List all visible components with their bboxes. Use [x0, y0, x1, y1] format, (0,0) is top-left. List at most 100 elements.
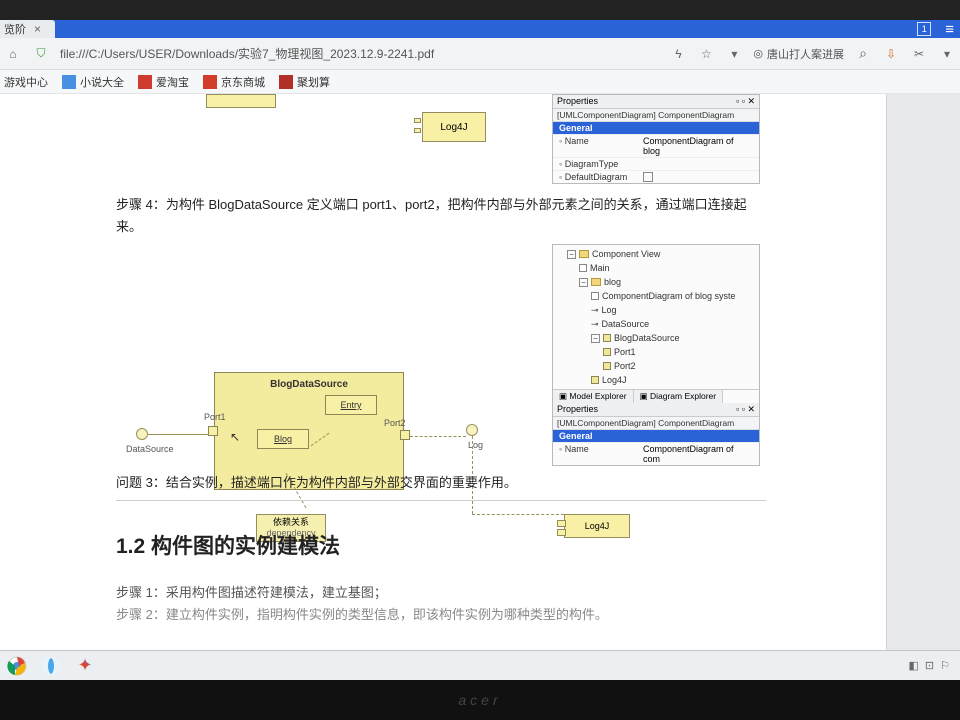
diagram-icon [579, 264, 587, 272]
scroll-gutter[interactable] [886, 94, 960, 650]
property-row-name[interactable]: ◦ NameComponentDiagram of blog [553, 134, 759, 157]
tree-node-main[interactable]: Main [557, 261, 755, 275]
property-row-name[interactable]: ◦ NameComponentDiagram of com [553, 442, 759, 465]
globe-icon: ◎ [753, 47, 763, 60]
flash-icon[interactable]: ϟ [669, 45, 687, 63]
shield-icon[interactable]: ⛉ [32, 45, 50, 63]
search-icon[interactable]: ⌕ [854, 45, 872, 63]
browser-tab-bar: 览阶 × 1 ≡ [0, 20, 960, 38]
tree-node-port2[interactable]: Port2 [557, 359, 755, 373]
active-tab[interactable]: 览阶 × [0, 20, 55, 38]
component-lug-icon [414, 118, 421, 123]
uml-log4j-box: Log4J [422, 112, 486, 142]
property-group-general[interactable]: General [553, 430, 759, 442]
step1-text: 步骤 1：采用构件图描述符建模法，建立基图； [116, 582, 766, 604]
star-app-icon[interactable]: ✦ [72, 655, 98, 677]
step2-text: 步骤 2：建立构件实例，指明构件实例的类型信息，即该构件实例为哪种类型的构件。 [116, 604, 766, 626]
book-icon [62, 75, 76, 89]
port-icon [603, 362, 611, 370]
tray-icon[interactable]: ⚐ [940, 659, 950, 672]
component-icon [603, 334, 611, 342]
tab-diagram-explorer[interactable]: ▣ Diagram Explorer [634, 390, 724, 403]
checkbox-icon[interactable] [643, 172, 653, 182]
dropdown-icon[interactable]: ▾ [725, 45, 743, 63]
explorer-tabs: ▣ Model Explorer ▣ Diagram Explorer [553, 389, 759, 403]
extension-pill[interactable]: ◎ 唐山打人案进展 [753, 46, 844, 62]
panel-title: Properties▫ ▫ ✕ [553, 95, 759, 109]
port1-label: Port1 [204, 412, 226, 422]
tab-count-icon[interactable]: 1 [917, 22, 931, 36]
properties-panel-top: Properties▫ ▫ ✕ [UMLComponentDiagram] Co… [552, 94, 760, 184]
port-icon [603, 348, 611, 356]
bookmark-ju[interactable]: 聚划算 [279, 74, 330, 90]
datasource-label: DataSource [126, 444, 174, 454]
component-lug-icon [414, 128, 421, 133]
url-field[interactable]: file:///C:/Users/USER/Downloads/实验7_物理视图… [60, 45, 434, 62]
panel-controls[interactable]: ▫ ▫ ✕ [736, 96, 755, 107]
menu-icon[interactable]: ≡ [945, 21, 954, 38]
bookmarks-bar: 游戏中心 小说大全 爱淘宝 京东商城 聚划算 [0, 70, 960, 94]
panel-controls[interactable]: ▫ ▫ ✕ [736, 404, 755, 415]
ju-icon [279, 75, 293, 89]
tab-model-explorer[interactable]: ▣ Model Explorer [553, 390, 634, 403]
pdf-viewport[interactable]: Log4J Properties▫ ▫ ✕ [UMLComponentDiagr… [0, 94, 960, 650]
port2-label: Port2 [384, 418, 406, 428]
entry-box: Entry [325, 395, 377, 415]
system-tray[interactable]: ◧ ⊡ ⚐ [909, 659, 957, 672]
tray-icon[interactable]: ⊡ [925, 659, 934, 672]
jd-icon [203, 75, 217, 89]
panel-subtitle: [UMLComponentDiagram] ComponentDiagram [553, 417, 759, 430]
os-taskbar: ✦ ◧ ⊡ ⚐ [0, 650, 960, 680]
bookmark-novels[interactable]: 小说大全 [62, 74, 124, 90]
home-icon[interactable]: ⌂ [4, 45, 22, 63]
model-tree[interactable]: −Component View Main −blog ComponentDiag… [553, 245, 759, 389]
bookmark-games[interactable]: 游戏中心 [4, 74, 48, 90]
laptop-bezel: acer [0, 680, 960, 720]
brand-label: acer [458, 692, 501, 708]
tree-node-log[interactable]: ⊸Log [557, 303, 755, 317]
property-row-diagramtype[interactable]: ◦ DiagramType [553, 157, 759, 170]
interface-circle-icon [466, 424, 478, 436]
property-row-defaultdiagram[interactable]: ◦ DefaultDiagram [553, 170, 759, 183]
panel-subtitle: [UMLComponentDiagram] ComponentDiagram [553, 109, 759, 122]
close-icon[interactable]: × [34, 22, 41, 36]
bookmark-jd[interactable]: 京东商城 [203, 74, 265, 90]
tree-node-port1[interactable]: Port1 [557, 345, 755, 359]
tree-node-componentview[interactable]: −Component View [557, 247, 755, 261]
component-icon [591, 376, 599, 384]
uml-box-fragment [206, 94, 276, 108]
divider [116, 500, 766, 501]
section-heading-1-2: 1.2 构件图的实例建模法 [116, 530, 766, 560]
tree-node-datasource[interactable]: ⊸DataSource [557, 317, 755, 331]
pdf-page: Log4J Properties▫ ▫ ✕ [UMLComponentDiagr… [0, 94, 886, 650]
interface-circle-icon [136, 428, 148, 440]
panel-title: Properties▫ ▫ ✕ [553, 403, 759, 417]
model-explorer-panel: −Component View Main −blog ComponentDiag… [552, 244, 760, 466]
cursor-icon: ↖ [230, 430, 240, 444]
component-title: BlogDataSource [215, 379, 403, 390]
address-bar: ⌂ ⛉ file:///C:/Users/USER/Downloads/实验7_… [0, 38, 960, 70]
tree-node-componentdiagram[interactable]: ComponentDiagram of blog syste [557, 289, 755, 303]
chrome-icon[interactable] [4, 655, 30, 677]
more-icon[interactable]: ▾ [938, 45, 956, 63]
property-group-general[interactable]: General [553, 122, 759, 134]
tree-node-blog[interactable]: −blog [557, 275, 755, 289]
download-icon[interactable]: ⇩ [882, 45, 900, 63]
log-label: Log [468, 440, 483, 450]
question3-text: 问题 3：结合实例，描述端口作为构件内部与外部交界面的重要作用。 [116, 472, 766, 494]
tree-node-log4j[interactable]: Log4J [557, 373, 755, 387]
bookmark-taobao[interactable]: 爱淘宝 [138, 74, 189, 90]
browser360-icon[interactable] [38, 655, 64, 677]
tab-title: 览阶 [4, 21, 26, 37]
folder-icon [591, 278, 601, 286]
port1-icon [208, 426, 218, 436]
taobao-icon [138, 75, 152, 89]
step4-text: 步骤 4：为构件 BlogDataSource 定义端口 port1、port2… [116, 194, 766, 238]
blog-box: Blog [257, 429, 309, 449]
tray-icon[interactable]: ◧ [909, 659, 919, 672]
connector-line [311, 433, 330, 446]
diagram-icon [591, 292, 599, 300]
star-icon[interactable]: ☆ [697, 45, 715, 63]
tree-node-blogdatasource[interactable]: −BlogDataSource [557, 331, 755, 345]
scissors-icon[interactable]: ✂ [910, 45, 928, 63]
